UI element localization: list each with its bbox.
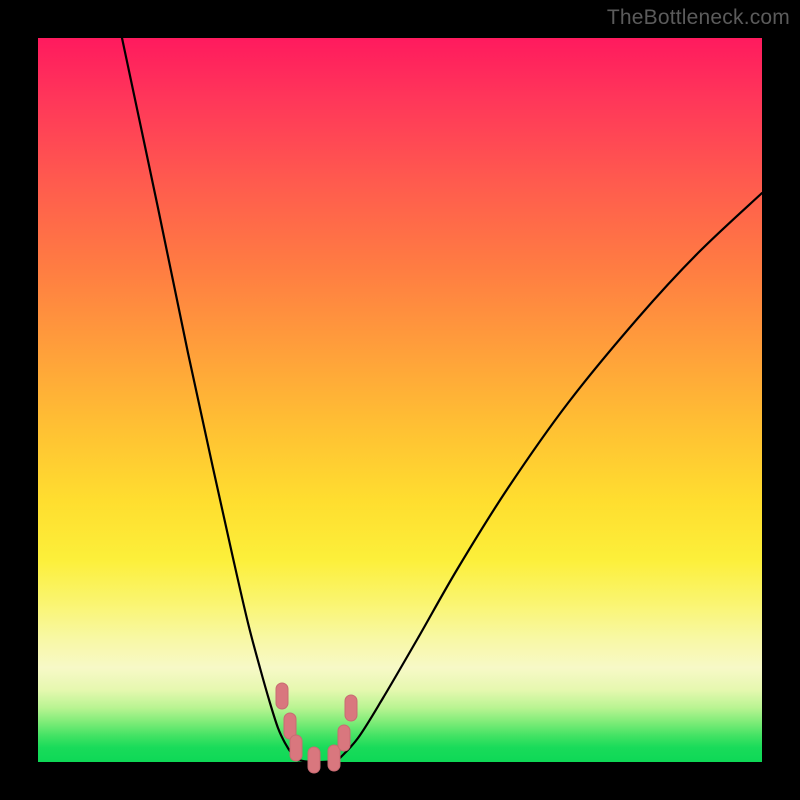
curve-svg (38, 38, 762, 762)
plot-area (38, 38, 762, 762)
valley-marker (338, 725, 350, 751)
valley-marker (328, 745, 340, 771)
valley-markers (276, 683, 357, 773)
bottleneck-curve (122, 38, 762, 762)
chart-frame: TheBottleneck.com (0, 0, 800, 800)
valley-marker (308, 747, 320, 773)
valley-marker (290, 735, 302, 761)
valley-marker (345, 695, 357, 721)
watermark-text: TheBottleneck.com (607, 6, 790, 30)
valley-marker (276, 683, 288, 709)
